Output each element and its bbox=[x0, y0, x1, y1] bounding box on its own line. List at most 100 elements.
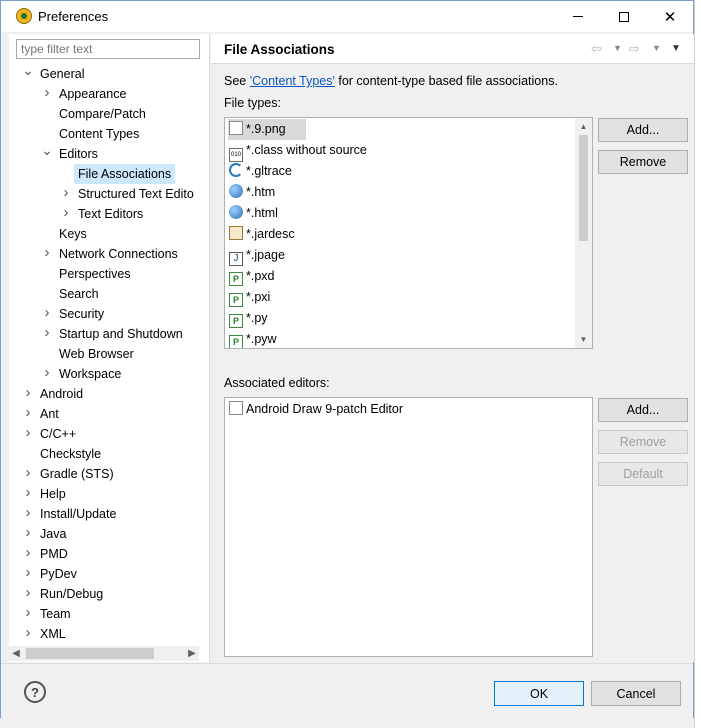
chevron-right-icon[interactable]: › bbox=[42, 323, 52, 343]
tree-item[interactable]: ⌄ General bbox=[9, 64, 209, 84]
globe-icon bbox=[229, 205, 243, 219]
ok-button[interactable]: OK bbox=[494, 681, 584, 706]
file-type-add-button[interactable]: Add... bbox=[598, 118, 688, 142]
file-type-row[interactable]: 010 *.class without source bbox=[229, 140, 367, 162]
back-arrow-icon[interactable]: ⇦ bbox=[591, 41, 602, 57]
chevron-right-icon[interactable]: › bbox=[23, 403, 33, 423]
tree-item[interactable]: › Ant bbox=[9, 404, 209, 424]
file-type-row[interactable]: *.jardesc bbox=[229, 224, 295, 245]
file-type-row[interactable]: *.gltrace bbox=[229, 161, 292, 182]
chevron-right-icon[interactable]: › bbox=[61, 183, 71, 203]
list-item-label: *.gltrace bbox=[246, 164, 292, 178]
tree-item[interactable]: › Help bbox=[9, 484, 209, 504]
tree-item[interactable]: › Gradle (STS) bbox=[9, 464, 209, 484]
file-type-row[interactable]: *.htm bbox=[229, 182, 275, 203]
chevron-right-icon[interactable]: › bbox=[23, 603, 33, 623]
file-type-row[interactable]: *.html bbox=[229, 203, 278, 224]
chevron-right-icon[interactable]: › bbox=[23, 423, 33, 443]
tree-item[interactable]: Search bbox=[9, 284, 209, 304]
cancel-button[interactable]: Cancel bbox=[591, 681, 681, 706]
chevron-right-icon[interactable]: › bbox=[61, 203, 71, 223]
tree-item[interactable]: › Network Connections bbox=[9, 244, 209, 264]
globe-icon bbox=[229, 184, 243, 198]
list-item-label: *.jardesc bbox=[246, 227, 295, 241]
tree-item[interactable]: Compare/Patch bbox=[9, 104, 209, 124]
chevron-down-icon[interactable]: ⌄ bbox=[41, 140, 53, 160]
associated-editors-list[interactable]: Android Draw 9-patch Editor bbox=[224, 397, 593, 657]
chevron-right-icon[interactable]: › bbox=[23, 523, 33, 543]
chevron-down-icon[interactable]: ⌄ bbox=[22, 64, 34, 80]
window-title: Preferences bbox=[38, 9, 109, 24]
tree-item-label: Search bbox=[59, 287, 99, 301]
tree-item[interactable]: › C/C++ bbox=[9, 424, 209, 444]
file-type-row[interactable]: P *.pyw bbox=[229, 329, 277, 348]
chevron-right-icon[interactable]: › bbox=[23, 383, 33, 403]
back-dropdown-icon[interactable]: ▼ bbox=[613, 43, 622, 53]
chevron-right-icon[interactable]: › bbox=[23, 463, 33, 483]
tree-item[interactable]: Checkstyle bbox=[9, 444, 209, 464]
tree-item[interactable]: › Text Editors bbox=[9, 204, 209, 224]
forward-arrow-icon[interactable]: ⇨ bbox=[629, 41, 640, 57]
tree-item[interactable]: ⌄ Editors bbox=[9, 142, 209, 164]
tree-item[interactable]: › Android bbox=[9, 384, 209, 404]
tree-item[interactable]: › PMD bbox=[9, 544, 209, 564]
scroll-right-icon[interactable]: ▶ bbox=[185, 646, 199, 661]
tree-item[interactable]: Perspectives bbox=[9, 264, 209, 284]
file-type-row[interactable]: P *.pxi bbox=[229, 287, 270, 308]
python-file-icon: P bbox=[229, 335, 243, 348]
chevron-right-icon[interactable]: › bbox=[42, 243, 52, 263]
scroll-down-icon[interactable]: ▼ bbox=[575, 331, 592, 347]
chevron-right-icon[interactable]: › bbox=[23, 483, 33, 503]
tree-item[interactable]: › PyDev bbox=[9, 564, 209, 584]
file-type-remove-button[interactable]: Remove bbox=[598, 150, 688, 174]
tree-item[interactable]: › Security bbox=[9, 304, 209, 324]
scrollbar-thumb[interactable] bbox=[579, 135, 588, 241]
editor-row[interactable]: Android Draw 9-patch Editor bbox=[229, 399, 403, 420]
scroll-up-icon[interactable]: ▲ bbox=[575, 118, 592, 134]
minimize-button[interactable] bbox=[555, 1, 601, 32]
tree-item-label: File Associations bbox=[74, 164, 176, 184]
tree-item[interactable]: › Workspace bbox=[9, 364, 209, 384]
tree-item[interactable]: Web Browser bbox=[9, 344, 209, 364]
tree-item[interactable]: › Appearance bbox=[9, 84, 209, 104]
preferences-tree: ⌄ General › Appearance Compare/Patch Content … bbox=[9, 64, 209, 644]
file-types-scrollbar[interactable]: ▲ ▼ bbox=[575, 118, 592, 348]
file-type-row[interactable]: *.9.png bbox=[228, 119, 306, 140]
preferences-tree-pane: ⌄ General › Appearance Compare/Patch Content … bbox=[9, 34, 210, 662]
editor-default-button[interactable]: Default bbox=[598, 462, 688, 486]
tree-item[interactable]: File Associations bbox=[9, 164, 209, 184]
help-icon[interactable]: ? bbox=[24, 681, 46, 703]
filter-input[interactable] bbox=[16, 39, 200, 59]
tree-item[interactable]: › Java bbox=[9, 524, 209, 544]
editor-add-button[interactable]: Add... bbox=[598, 398, 688, 422]
chevron-right-icon[interactable]: › bbox=[23, 623, 33, 643]
chevron-right-icon[interactable]: › bbox=[23, 543, 33, 563]
scrollbar-thumb[interactable] bbox=[26, 648, 154, 659]
file-type-row[interactable]: J *.jpage bbox=[229, 245, 285, 266]
tree-item[interactable]: › Structured Text Edito bbox=[9, 184, 209, 204]
file-type-row[interactable]: P *.py bbox=[229, 308, 268, 329]
chevron-right-icon[interactable]: › bbox=[42, 83, 52, 103]
chevron-right-icon[interactable]: › bbox=[23, 583, 33, 603]
chevron-right-icon[interactable]: › bbox=[42, 363, 52, 383]
tree-item[interactable]: Content Types bbox=[9, 124, 209, 144]
tree-item[interactable]: Keys bbox=[9, 224, 209, 244]
tree-item[interactable]: › Run/Debug bbox=[9, 584, 209, 604]
chevron-right-icon[interactable]: › bbox=[23, 563, 33, 583]
forward-dropdown-icon[interactable]: ▼ bbox=[652, 43, 661, 53]
scroll-left-icon[interactable]: ◀ bbox=[9, 646, 23, 661]
tree-item[interactable]: › Team bbox=[9, 604, 209, 624]
view-menu-icon[interactable]: ▼ bbox=[671, 43, 681, 54]
chevron-right-icon[interactable]: › bbox=[42, 303, 52, 323]
file-type-row[interactable]: P *.pxd bbox=[229, 266, 275, 287]
tree-horizontal-scrollbar[interactable]: ◀ ▶ bbox=[9, 646, 199, 661]
file-types-list[interactable]: *.9.png 010 *.class without source *.gltrac… bbox=[224, 117, 593, 349]
chevron-right-icon[interactable]: › bbox=[23, 503, 33, 523]
maximize-button[interactable] bbox=[601, 1, 647, 32]
tree-item[interactable]: › Install/Update bbox=[9, 504, 209, 524]
close-button[interactable]: ✕ bbox=[647, 1, 693, 32]
tree-item[interactable]: › XML bbox=[9, 624, 209, 644]
editor-remove-button[interactable]: Remove bbox=[598, 430, 688, 454]
content-types-link[interactable]: 'Content Types' bbox=[250, 74, 335, 88]
tree-item[interactable]: › Startup and Shutdown bbox=[9, 324, 209, 344]
